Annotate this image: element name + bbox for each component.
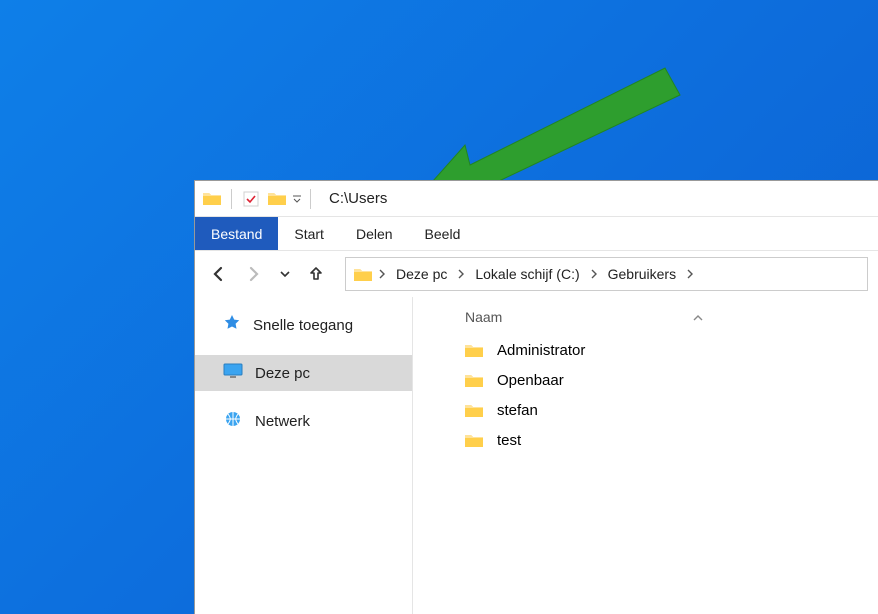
column-header-name[interactable]: Naam bbox=[433, 305, 858, 335]
folder-row[interactable]: test bbox=[433, 425, 858, 455]
sidebar-item-label: Deze pc bbox=[255, 365, 310, 382]
folder-icon bbox=[465, 403, 483, 418]
menu-file[interactable]: Bestand bbox=[195, 217, 278, 250]
sidebar-item-network[interactable]: Netwerk bbox=[195, 403, 412, 439]
file-list: Naam Administrator Openbaar bbox=[413, 297, 878, 614]
folder-icon bbox=[465, 343, 483, 358]
star-icon bbox=[223, 314, 241, 336]
crumb-this-pc[interactable]: Deze pc bbox=[392, 264, 451, 284]
titlebar: C:\Users bbox=[195, 181, 878, 217]
address-bar[interactable]: Deze pc Lokale schijf (C:) Gebruikers bbox=[345, 257, 868, 291]
file-name: test bbox=[497, 432, 521, 449]
separator bbox=[231, 189, 232, 209]
folder-row[interactable]: Openbaar bbox=[433, 365, 858, 395]
crumb-users[interactable]: Gebruikers bbox=[604, 264, 680, 284]
folder-icon bbox=[465, 373, 483, 388]
menu-home[interactable]: Start bbox=[278, 217, 340, 250]
file-name: Openbaar bbox=[497, 372, 564, 389]
new-folder-icon[interactable] bbox=[266, 188, 288, 210]
menubar: Bestand Start Delen Beeld bbox=[195, 217, 878, 251]
sidebar: Snelle toegang Deze pc Netwerk bbox=[195, 297, 413, 614]
chevron-right-icon[interactable] bbox=[455, 266, 467, 282]
sidebar-item-label: Snelle toegang bbox=[253, 317, 353, 334]
explorer-window: C:\Users Bestand Start Delen Beeld Dez bbox=[194, 180, 878, 614]
menu-view[interactable]: Beeld bbox=[409, 217, 477, 250]
crumb-drive[interactable]: Lokale schijf (C:) bbox=[471, 264, 583, 284]
network-icon bbox=[223, 411, 243, 431]
folder-row[interactable]: Administrator bbox=[433, 335, 858, 365]
sort-caret-icon bbox=[693, 309, 703, 325]
back-button[interactable] bbox=[205, 261, 231, 287]
menu-share[interactable]: Delen bbox=[340, 217, 409, 250]
chevron-right-icon[interactable] bbox=[376, 266, 388, 282]
forward-button[interactable] bbox=[241, 261, 267, 287]
folder-icon bbox=[465, 433, 483, 448]
up-button[interactable] bbox=[303, 261, 329, 287]
chevron-right-icon[interactable] bbox=[684, 266, 696, 282]
sidebar-item-this-pc[interactable]: Deze pc bbox=[195, 355, 412, 391]
sidebar-item-label: Netwerk bbox=[255, 413, 310, 430]
properties-icon[interactable] bbox=[240, 188, 262, 210]
folder-row[interactable]: stefan bbox=[433, 395, 858, 425]
chevron-right-icon[interactable] bbox=[588, 266, 600, 282]
sidebar-item-quick-access[interactable]: Snelle toegang bbox=[195, 307, 412, 343]
folder-icon bbox=[354, 267, 372, 282]
file-name: stefan bbox=[497, 402, 538, 419]
folder-icon bbox=[201, 188, 223, 210]
qat-dropdown-icon[interactable] bbox=[292, 188, 302, 210]
file-name: Administrator bbox=[497, 342, 585, 359]
window-title: C:\Users bbox=[329, 190, 387, 207]
recent-dropdown[interactable] bbox=[277, 261, 293, 287]
navbar: Deze pc Lokale schijf (C:) Gebruikers bbox=[195, 251, 878, 297]
content-area: Snelle toegang Deze pc Netwerk Naam bbox=[195, 297, 878, 614]
monitor-icon bbox=[223, 363, 243, 383]
separator bbox=[310, 189, 311, 209]
